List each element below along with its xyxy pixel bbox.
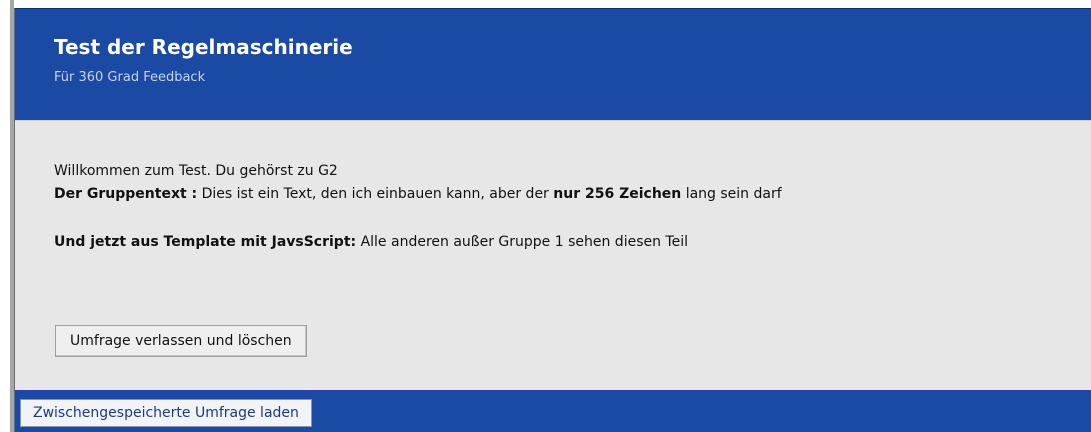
group-text-part2: lang sein darf (681, 186, 782, 202)
survey-subtitle: Für 360 Grad Feedback (54, 70, 206, 85)
template-paragraph: Und jetzt aus Template mit JavsScript: A… (54, 234, 688, 250)
load-saved-survey-button[interactable]: Zwischengespeicherte Umfrage laden (20, 399, 312, 427)
template-text: Alle anderen außer Gruppe 1 sehen diesen… (356, 234, 688, 250)
welcome-text: Willkommen zum Test. Du gehörst zu G2 (54, 163, 338, 179)
leave-and-delete-button[interactable]: Umfrage verlassen und löschen (55, 325, 307, 357)
survey-title: Test der Regelmaschinerie (54, 35, 353, 59)
survey-content: Willkommen zum Test. Du gehörst zu G2 De… (15, 120, 1091, 391)
survey-header: Test der Regelmaschinerie Für 360 Grad F… (15, 8, 1091, 121)
group-text-paragraph: Der Gruppentext : Dies ist ein Text, den… (54, 186, 782, 202)
survey-footer: Zwischengespeicherte Umfrage laden (15, 390, 1091, 432)
left-margin (0, 0, 10, 432)
group-text-label: Der Gruppentext : (54, 186, 198, 202)
group-text-bold: nur 256 Zeichen (553, 186, 682, 202)
template-label: Und jetzt aus Template mit JavsScript: (54, 234, 357, 250)
group-text-part1: Dies ist ein Text, den ich einbauen kann… (197, 186, 554, 202)
survey-frame: Test der Regelmaschinerie Für 360 Grad F… (14, 8, 1091, 432)
